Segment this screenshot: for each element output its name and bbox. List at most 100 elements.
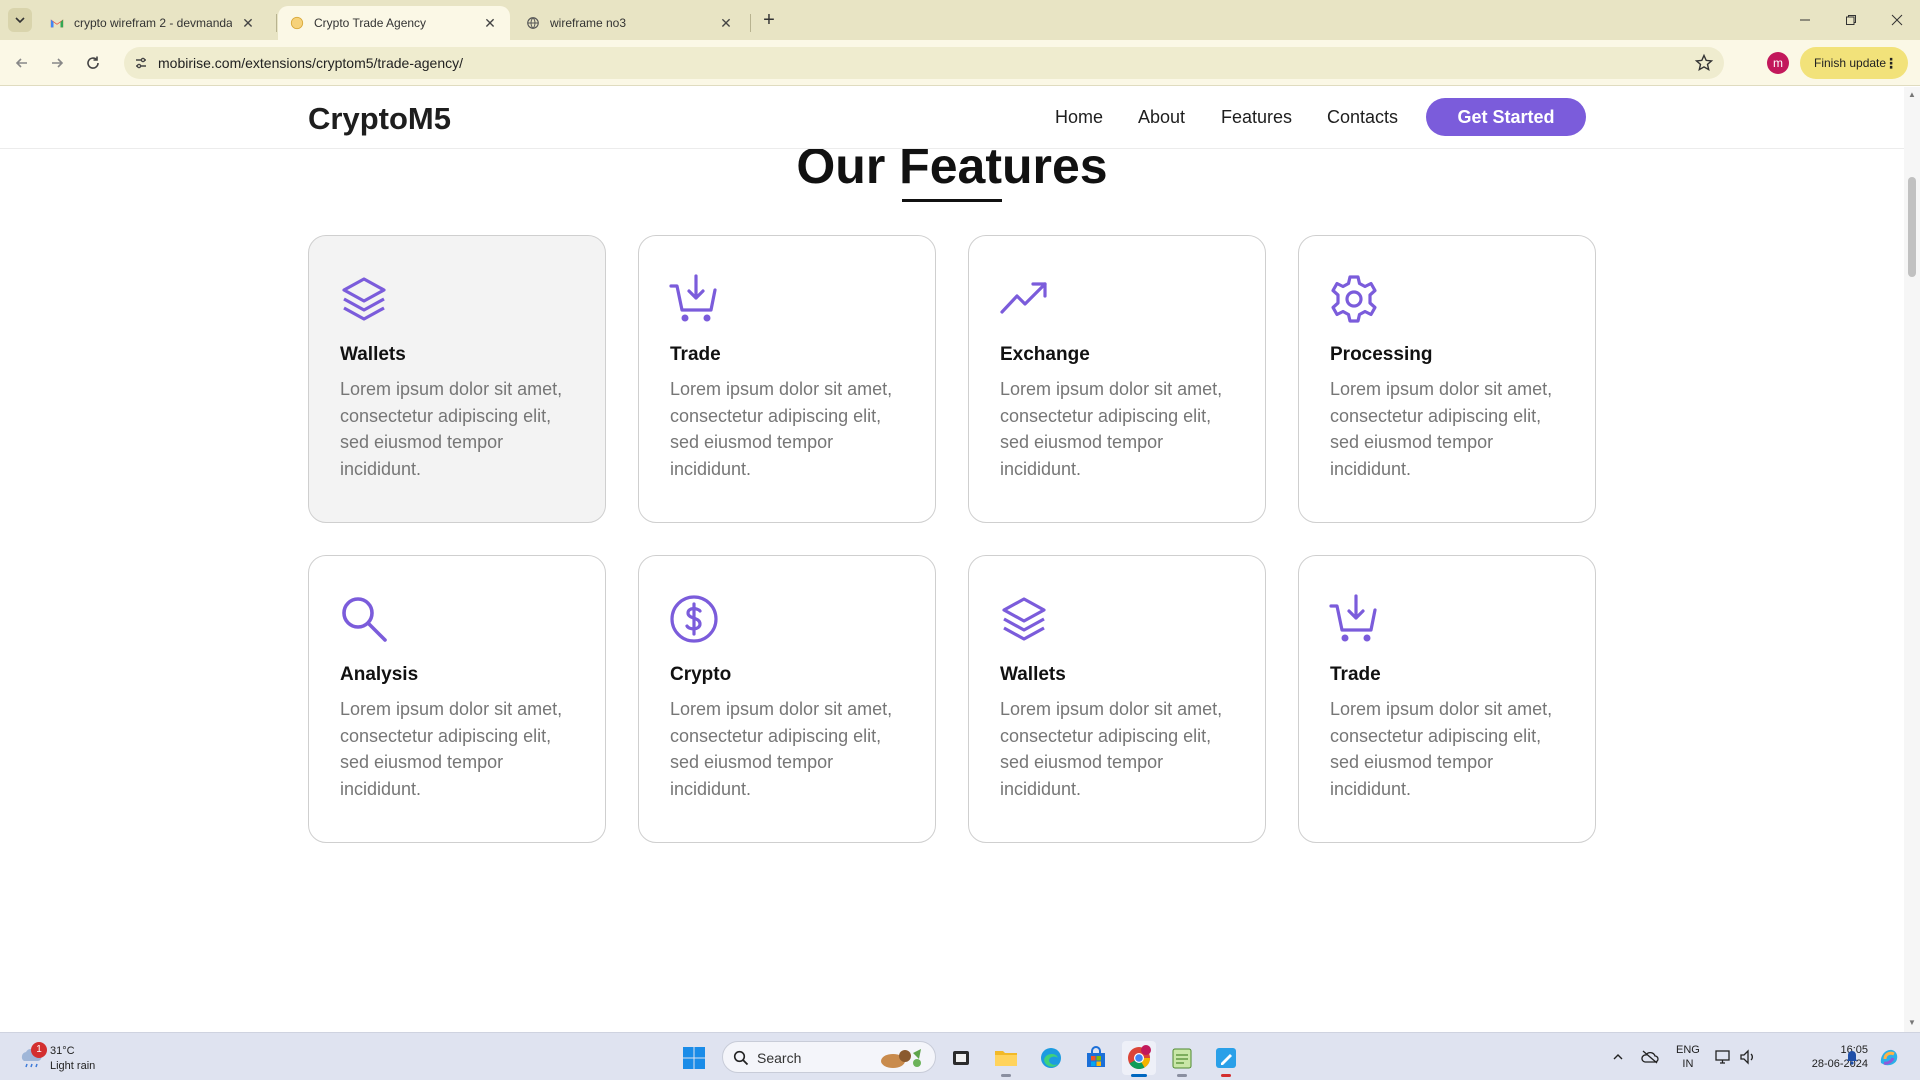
show-hidden-icons-button[interactable]: [1606, 1033, 1630, 1080]
cloud-offline-icon: [1641, 1050, 1659, 1064]
bell-icon: [1847, 1051, 1857, 1065]
trending-up-icon: [1000, 282, 1047, 314]
input-language-indicator[interactable]: ENG IN: [1676, 1043, 1700, 1071]
gmail-icon: [50, 19, 64, 28]
page-scrollbar[interactable]: ▲ ▼: [1904, 87, 1920, 1032]
browser-tab-strip: crypto wirefram 2 - devmandan ✕ Crypto T…: [0, 0, 1920, 40]
tab-title: crypto wirefram 2 - devmandan: [74, 16, 232, 30]
tab-gmail[interactable]: crypto wirefram 2 - devmandan ✕: [38, 6, 268, 40]
scroll-up-arrow-icon[interactable]: ▲: [1908, 91, 1916, 99]
new-tab-button[interactable]: +: [758, 9, 780, 31]
close-tab-icon[interactable]: ✕: [482, 15, 498, 31]
address-bar[interactable]: mobirise.com/extensions/cryptom5/trade-a…: [124, 47, 1724, 79]
tab-search-button[interactable]: [8, 8, 32, 32]
gear-icon: [1331, 275, 1377, 323]
tab-wireframe-no3[interactable]: wireframe no3 ✕: [514, 6, 746, 40]
notifications-button[interactable]: [1840, 1033, 1864, 1080]
taskbar-app-editor[interactable]: [1209, 1041, 1243, 1077]
minimize-button[interactable]: [1782, 0, 1828, 40]
taskbar-app-edge[interactable]: [1034, 1041, 1068, 1075]
feature-description: Lorem ipsum dolor sit amet, consectetur …: [340, 699, 563, 799]
volume-tray-button[interactable]: [1736, 1033, 1760, 1080]
copilot-button[interactable]: [1874, 1033, 1904, 1080]
feature-title: Processing: [1330, 344, 1433, 365]
feature-card[interactable]: Wallets Lorem ipsum dolor sit amet, cons…: [308, 235, 606, 523]
site-info-icon[interactable]: [132, 54, 150, 72]
running-indicator: [1177, 1074, 1187, 1077]
notepad-icon: [1172, 1048, 1192, 1069]
network-monitor-icon: [1715, 1050, 1730, 1064]
folder-icon: [995, 1051, 1017, 1066]
close-tab-icon[interactable]: ✕: [240, 15, 256, 31]
scroll-down-arrow-icon[interactable]: ▼: [1908, 1019, 1916, 1027]
taskbar-search-box[interactable]: Search: [722, 1041, 936, 1073]
tab-crypto-trade-agency[interactable]: Crypto Trade Agency ✕: [278, 6, 510, 40]
feature-title: Wallets: [340, 344, 406, 365]
taskbar-app-notepad[interactable]: [1165, 1041, 1199, 1077]
taskbar-app-taskview[interactable]: [944, 1041, 978, 1075]
windows-start-icon[interactable]: [682, 1046, 706, 1070]
feature-description: Lorem ipsum dolor sit amet, consectetur …: [340, 379, 563, 479]
taskbar-app-chrome[interactable]: [1122, 1041, 1156, 1077]
feature-card[interactable]: Processing Lorem ipsum dolor sit amet, c…: [1298, 235, 1596, 523]
feature-card[interactable]: Crypto Lorem ipsum dolor sit amet, conse…: [638, 555, 936, 843]
restore-button[interactable]: [1828, 0, 1874, 40]
store-icon: [1087, 1046, 1105, 1067]
feature-title: Exchange: [1000, 344, 1090, 365]
arrow-right-icon: [52, 58, 64, 68]
arrow-left-icon: [15, 58, 27, 68]
site-favicon-icon: [290, 16, 304, 30]
finish-update-button[interactable]: Finish update ⋮: [1800, 47, 1908, 79]
nav-about[interactable]: About: [1138, 107, 1185, 128]
feature-description: Lorem ipsum dolor sit amet, consectetur …: [1330, 379, 1553, 479]
feature-title: Wallets: [1000, 664, 1066, 685]
notification-badge: 1: [31, 1042, 47, 1058]
globe-icon: [527, 17, 539, 29]
chevron-up-icon: [1613, 1054, 1623, 1060]
feature-description: Lorem ipsum dolor sit amet, consectetur …: [1000, 699, 1223, 799]
url-text[interactable]: mobirise.com/extensions/cryptom5/trade-a…: [158, 55, 463, 71]
feature-card[interactable]: Trade Lorem ipsum dolor sit amet, consec…: [638, 235, 936, 523]
copilot-icon: [1880, 1049, 1898, 1066]
profile-avatar[interactable]: m: [1767, 52, 1789, 74]
close-tab-icon[interactable]: ✕: [718, 15, 734, 31]
restore-icon: [1846, 15, 1856, 25]
feature-description: Lorem ipsum dolor sit amet, consectetur …: [1000, 379, 1223, 479]
get-started-button[interactable]: Get Started: [1426, 98, 1586, 136]
weather-widget[interactable]: 1 31°C Light rain: [18, 1041, 158, 1075]
bookmark-star-icon[interactable]: [1694, 53, 1714, 73]
running-indicator: [1131, 1074, 1147, 1077]
reload-button[interactable]: [80, 50, 106, 76]
browser-toolbar: mobirise.com/extensions/cryptom5/trade-a…: [0, 40, 1920, 86]
nav-contacts[interactable]: Contacts: [1327, 107, 1398, 128]
feature-card[interactable]: Wallets Lorem ipsum dolor sit amet, cons…: [968, 555, 1266, 843]
feature-card[interactable]: Exchange Lorem ipsum dolor sit amet, con…: [968, 235, 1266, 523]
network-tray-button[interactable]: [1712, 1033, 1736, 1080]
taskbar-app-store[interactable]: [1079, 1041, 1113, 1075]
more-menu-icon[interactable]: ⋮: [1884, 55, 1898, 72]
region-code: IN: [1682, 1058, 1694, 1070]
onedrive-tray-button[interactable]: [1636, 1033, 1664, 1080]
search-icon: [342, 597, 387, 642]
forward-button[interactable]: [44, 50, 70, 76]
back-button[interactable]: [9, 50, 35, 76]
tab-divider: [750, 14, 751, 32]
feature-card[interactable]: Analysis Lorem ipsum dolor sit amet, con…: [308, 555, 606, 843]
search-icon: [733, 1050, 749, 1066]
title-underline: [902, 199, 1002, 202]
scrollbar-thumb[interactable]: [1908, 177, 1916, 277]
nav-home[interactable]: Home: [1055, 107, 1103, 128]
feature-description: Lorem ipsum dolor sit amet, consectetur …: [1330, 699, 1553, 799]
feature-card[interactable]: Trade Lorem ipsum dolor sit amet, consec…: [1298, 555, 1596, 843]
taskbar-app-file-explorer[interactable]: [989, 1041, 1023, 1077]
tab-divider: [276, 14, 277, 32]
feature-title: Trade: [670, 344, 721, 365]
language-code: ENG: [1676, 1044, 1700, 1056]
nav-features[interactable]: Features: [1221, 107, 1292, 128]
feature-description: Lorem ipsum dolor sit amet, consectetur …: [670, 379, 893, 479]
close-window-button[interactable]: [1874, 0, 1920, 40]
chrome-browser-icon: [1128, 1045, 1151, 1069]
feature-description: Lorem ipsum dolor sit amet, consectetur …: [670, 699, 893, 799]
feature-title: Analysis: [340, 664, 419, 685]
site-logo[interactable]: CryptoM5: [308, 101, 451, 137]
